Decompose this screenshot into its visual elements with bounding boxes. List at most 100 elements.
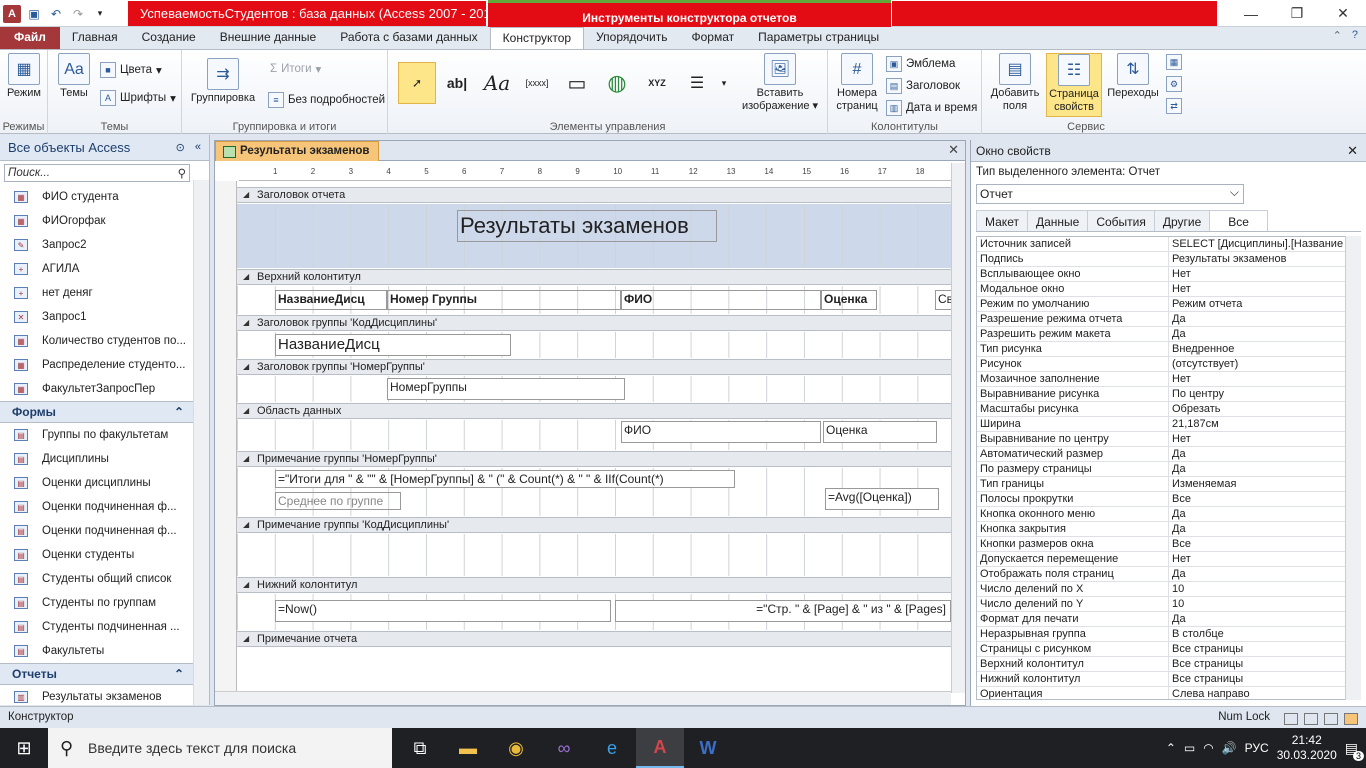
nav-query-item[interactable]: ▦ ФакультетЗапросПер — [0, 377, 194, 401]
property-value[interactable]: Да — [1169, 462, 1345, 476]
property-row[interactable]: Формат для печати Да — [977, 612, 1345, 627]
property-row[interactable]: Всплывающее окно Нет — [977, 267, 1345, 282]
tab-order-button[interactable]: ⇅ Переходы — [1104, 53, 1162, 100]
property-row[interactable]: Режим по умолчанию Режим отчета — [977, 297, 1345, 312]
property-value[interactable]: Все — [1169, 492, 1345, 506]
nav-query-item[interactable]: ▦ ФИО студента — [0, 185, 194, 209]
property-tab-format[interactable]: Макет — [976, 210, 1028, 231]
band-page-header[interactable]: Верхний колонтитул — [237, 269, 951, 285]
property-value[interactable]: Да — [1169, 612, 1345, 626]
date-time-button[interactable]: ▥ Дата и время — [886, 100, 977, 116]
report-view-icon[interactable] — [1284, 713, 1298, 725]
nav-form-item[interactable]: ▤ Оценки студенты — [0, 543, 194, 567]
nav-form-item[interactable]: ▤ Студенты общий список — [0, 567, 194, 591]
now-field[interactable]: =Now() — [275, 600, 611, 622]
property-row[interactable]: Страницы с рисунком Все страницы — [977, 642, 1345, 657]
taskbar-search-input[interactable]: Введите здесь текст для поиска — [48, 728, 392, 768]
tab-external-data[interactable]: Внешние данные — [208, 27, 329, 49]
property-row[interactable]: Модальное окно Нет — [977, 282, 1345, 297]
clock[interactable]: 21:42 30.03.2020 — [1277, 733, 1337, 763]
property-row[interactable]: Рисунок (отсутствует) — [977, 357, 1345, 372]
collapse-ribbon-icon[interactable]: ⌃ — [1333, 29, 1342, 42]
property-row[interactable]: Разрешение режима отчета Да — [977, 312, 1345, 327]
page-break-icon[interactable]: ☰ — [678, 62, 716, 104]
tab-database-tools[interactable]: Работа с базами данных — [328, 27, 489, 49]
select-pointer-icon[interactable]: ➚ — [398, 62, 436, 104]
property-value[interactable]: По центру — [1169, 387, 1345, 401]
tray-expand-icon[interactable]: ⌃ — [1166, 741, 1176, 755]
redo-icon[interactable]: ↷ — [69, 5, 87, 23]
property-tab-all[interactable]: Все — [1209, 210, 1268, 231]
header-fio-label[interactable]: ФИО — [621, 290, 821, 310]
customize-qat-icon[interactable]: ▾ — [91, 5, 109, 23]
nav-section-forms[interactable]: Формы ⌃ — [0, 401, 194, 423]
nav-query-item[interactable]: ✎ Запрос2 — [0, 233, 194, 257]
property-value[interactable]: Нет — [1169, 432, 1345, 446]
word-taskbar-icon[interactable]: W — [684, 728, 732, 768]
property-value[interactable]: Режим отчета — [1169, 297, 1345, 311]
property-row[interactable]: Выравнивание по центру Нет — [977, 432, 1345, 447]
property-value[interactable]: В столбце — [1169, 627, 1345, 641]
band-group-footer-discipline[interactable]: Примечание группы 'КодДисциплины' — [237, 517, 951, 533]
band-report-footer[interactable]: Примечание отчета — [237, 631, 951, 647]
close-button[interactable]: ✕ — [1320, 0, 1366, 27]
property-value[interactable]: Да — [1169, 312, 1345, 326]
access-taskbar-icon[interactable]: A — [636, 728, 684, 768]
property-row[interactable]: Кнопки размеров окна Все — [977, 537, 1345, 552]
grouping-button[interactable]: ⇉ Группировка — [188, 58, 258, 105]
themes-button[interactable]: Aa Темы — [54, 53, 94, 100]
property-row[interactable]: Источник записей SELECT [Дисциплины].[Наз… — [977, 237, 1345, 252]
discipline-name-field[interactable]: НазваниеДисц — [275, 334, 511, 356]
property-value[interactable]: Да — [1169, 567, 1345, 581]
restore-button[interactable]: ❐ — [1274, 0, 1320, 27]
header-discipline-label[interactable]: НазваниеДисц — [275, 290, 387, 310]
band-page-footer[interactable]: Нижний колонтитул — [237, 577, 951, 593]
property-value[interactable]: Да — [1169, 327, 1345, 341]
colors-button[interactable]: ■ Цвета ▾ — [100, 62, 162, 78]
property-value[interactable]: Все страницы — [1169, 657, 1345, 671]
header-grade-label[interactable]: Оценка — [821, 290, 877, 310]
property-tab-events[interactable]: События — [1087, 210, 1155, 231]
section-group-header-group[interactable]: НомерГруппы — [237, 376, 951, 402]
property-row[interactable]: Верхний колонтитул Все страницы — [977, 657, 1345, 672]
gallery-more-icon[interactable]: ▾ — [718, 62, 730, 104]
property-row[interactable]: Автоматический размер Да — [977, 447, 1345, 462]
nav-form-item[interactable]: ▤ Студенты по группам — [0, 591, 194, 615]
logo-button[interactable]: ▣ Эмблема — [886, 56, 955, 72]
band-group-header-group[interactable]: Заголовок группы 'НомерГруппы' — [237, 359, 951, 375]
nav-form-item[interactable]: ▤ Студенты подчиненная ... — [0, 615, 194, 639]
property-value[interactable]: Все страницы — [1169, 642, 1345, 656]
nav-form-item[interactable]: ▤ Группы по факультетам — [0, 423, 194, 447]
property-row[interactable]: Отображать поля страниц Да — [977, 567, 1345, 582]
property-row[interactable]: Число делений по Y 10 — [977, 597, 1345, 612]
grade-field[interactable]: Оценка — [823, 421, 937, 443]
close-icon[interactable]: ✕ — [1347, 140, 1358, 162]
textbox-control-icon[interactable]: ab| — [438, 62, 476, 104]
property-row[interactable]: Кнопка оконного меню Да — [977, 507, 1345, 522]
property-tab-other[interactable]: Другие — [1153, 210, 1211, 231]
convert-macros-icon[interactable]: ⇄ — [1166, 98, 1182, 114]
section-page-footer[interactable]: =Now() ="Стр. " & [Page] & " из " & [Pag… — [237, 594, 951, 630]
property-value[interactable]: SELECT [Дисциплины].[Название — [1169, 237, 1345, 251]
nav-query-item[interactable]: + нет деняг — [0, 281, 194, 305]
property-sheet-button[interactable]: ☷ Страница свойств — [1046, 53, 1102, 117]
property-value[interactable]: Да — [1169, 447, 1345, 461]
section-report-header[interactable]: Результаты экзаменов — [237, 204, 951, 268]
nav-menu-icon[interactable]: ⊙ — [176, 141, 185, 154]
vertical-ruler[interactable] — [215, 181, 237, 691]
tab-create[interactable]: Создание — [130, 27, 208, 49]
code-view-icon[interactable]: ⚙ — [1166, 76, 1182, 92]
property-value[interactable]: Да — [1169, 522, 1345, 536]
group-number-field[interactable]: НомерГруппы — [387, 378, 625, 400]
tab-control-icon[interactable]: ▭ — [558, 62, 596, 104]
header-extra-label[interactable]: Св — [935, 290, 951, 310]
nav-section-reports[interactable]: Отчеты ⌃ — [0, 663, 194, 685]
design-horizontal-scrollbar[interactable] — [215, 691, 951, 705]
average-grade-field[interactable]: =Avg([Оценка]) — [825, 488, 939, 510]
property-value[interactable]: 10 — [1169, 582, 1345, 596]
property-value[interactable]: Внедренное — [1169, 342, 1345, 356]
property-row[interactable]: По размеру страницы Да — [977, 462, 1345, 477]
nav-form-item[interactable]: ▤ Дисциплины — [0, 447, 194, 471]
wifi-icon[interactable]: ◠ — [1203, 741, 1213, 755]
language-indicator[interactable]: РУС — [1245, 741, 1269, 755]
